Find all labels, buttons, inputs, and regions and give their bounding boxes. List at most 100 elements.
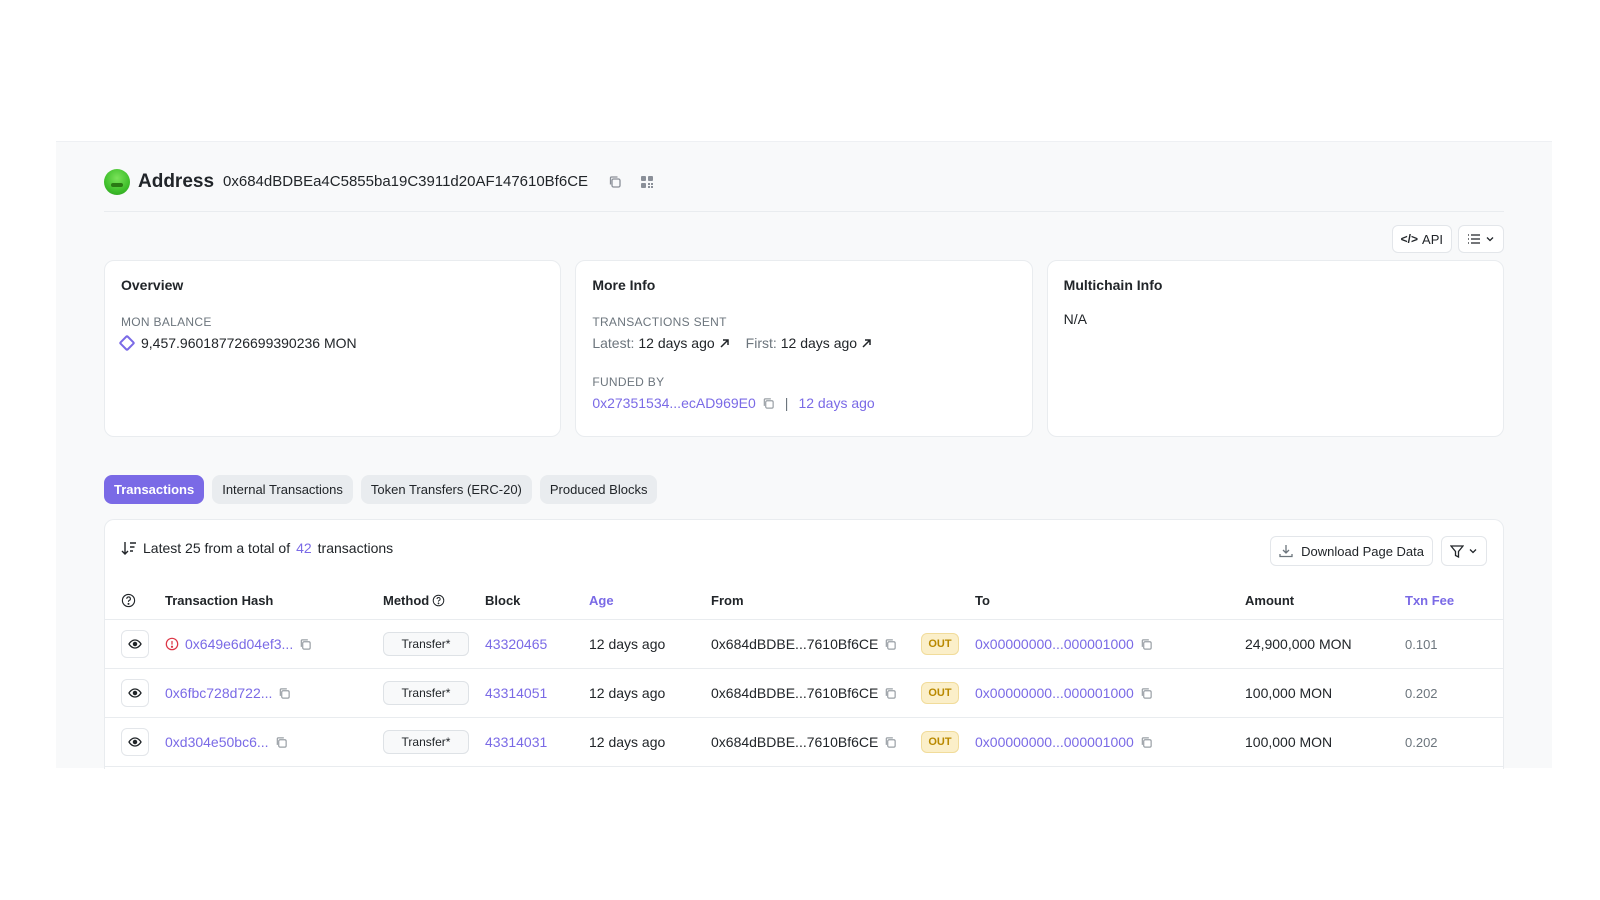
tx-total-count[interactable]: 42 xyxy=(296,540,312,556)
tx-amount: 24,900,000 MON xyxy=(1245,636,1352,652)
page-header: Address 0x684dBDBEa4C5855ba19C3911d20AF1… xyxy=(104,162,1504,212)
block-link[interactable]: 43320465 xyxy=(485,636,589,652)
multichain-card: Multichain Info N/A xyxy=(1046,260,1504,437)
latest-value[interactable]: 12 days ago xyxy=(638,335,714,351)
tx-fee: 0.202 xyxy=(1405,685,1438,701)
chevron-down-icon xyxy=(1469,549,1477,554)
from-address: 0x684dBDBE...7610Bf6CE xyxy=(711,734,879,750)
copy-icon[interactable] xyxy=(299,638,312,651)
eye-icon[interactable] xyxy=(121,679,149,707)
overview-title: Overview xyxy=(121,277,184,293)
tab-bar: Transactions Internal Transactions Token… xyxy=(104,475,658,504)
funded-by-address[interactable]: 0x27351534...ecAD969E0 xyxy=(592,395,755,411)
to-address[interactable]: 0x00000000...000001000 xyxy=(975,685,1134,701)
latest-label: Latest: xyxy=(592,335,635,351)
download-page-data-button[interactable]: Download Page Data xyxy=(1270,536,1433,566)
tx-age: 12 days ago xyxy=(589,685,666,701)
balance-row: 9,457.960187726699390236 MON xyxy=(118,334,544,352)
arrow-up-right-icon[interactable] xyxy=(719,338,730,349)
more-info-title: More Info xyxy=(592,277,656,293)
table-row: 0xd304e50bc6... Transfer* 43314031 12 da… xyxy=(105,718,1503,767)
tab-token-transfers[interactable]: Token Transfers (ERC-20) xyxy=(360,475,532,504)
filter-icon xyxy=(1450,544,1464,558)
tx-age: 12 days ago xyxy=(589,636,666,652)
method-badge: Transfer* xyxy=(383,730,469,754)
block-link[interactable]: 43314051 xyxy=(485,685,589,701)
copy-icon[interactable] xyxy=(606,173,624,191)
tx-sent-label: TRANSACTIONS SENT xyxy=(592,315,727,329)
tx-hash[interactable]: 0xd304e50bc6... xyxy=(165,734,269,750)
to-address[interactable]: 0x00000000...000001000 xyxy=(975,636,1134,652)
balance-value: 9,457.960187726699390236 MON xyxy=(141,335,357,351)
tx-actions: Download Page Data xyxy=(1270,536,1487,566)
separator: | xyxy=(784,395,789,411)
tx-amount: 100,000 MON xyxy=(1245,734,1333,750)
filter-button[interactable] xyxy=(1441,536,1487,566)
tx-summary-suffix: transactions xyxy=(317,540,394,556)
copy-icon[interactable] xyxy=(1140,638,1153,651)
transactions-panel: Latest 25 from a total of 42 transaction… xyxy=(104,519,1504,769)
qr-code-icon[interactable] xyxy=(638,173,656,191)
from-address: 0x684dBDBE...7610Bf6CE xyxy=(711,636,879,652)
overview-card: Overview MON BALANCE 9,457.9601877266993… xyxy=(104,260,562,437)
method-badge: Transfer* xyxy=(383,632,469,656)
transactions-table: Transaction Hash Method Block Age From T… xyxy=(105,582,1503,767)
tab-transactions[interactable]: Transactions xyxy=(104,475,205,504)
funded-by-label: FUNDED BY xyxy=(592,375,665,389)
page-title: Address xyxy=(138,170,215,192)
copy-icon[interactable] xyxy=(762,397,775,410)
to-address[interactable]: 0x00000000...000001000 xyxy=(975,734,1134,750)
header-age[interactable]: Age xyxy=(589,593,711,608)
api-label: API xyxy=(1422,231,1443,247)
header-block: Block xyxy=(485,593,521,608)
download-label: Download Page Data xyxy=(1301,543,1424,559)
tx-age: 12 days ago xyxy=(589,734,666,750)
view-options-button[interactable] xyxy=(1458,225,1504,253)
header-txn-fee[interactable]: Txn Fee xyxy=(1405,593,1495,608)
tx-fee: 0.202 xyxy=(1405,734,1438,750)
first-value[interactable]: 12 days ago xyxy=(781,335,857,351)
tx-hash[interactable]: 0x6fbc728d722... xyxy=(165,685,272,701)
copy-icon[interactable] xyxy=(884,736,897,749)
help-icon[interactable] xyxy=(121,593,136,608)
tx-amount: 100,000 MON xyxy=(1245,685,1333,701)
copy-icon[interactable] xyxy=(884,638,897,651)
funded-by-row: 0x27351534...ecAD969E0 | 12 days ago xyxy=(592,395,1015,411)
eye-icon[interactable] xyxy=(121,728,149,756)
tab-internal-transactions[interactable]: Internal Transactions xyxy=(212,475,353,504)
tx-summary-prefix: Latest 25 from a total of xyxy=(143,540,291,556)
multichain-value: N/A xyxy=(1063,311,1087,327)
header-to: To xyxy=(975,593,990,608)
eye-icon[interactable] xyxy=(121,630,149,658)
more-info-card: More Info TRANSACTIONS SENT Latest: 12 d… xyxy=(575,260,1033,437)
balance-label: MON BALANCE xyxy=(121,315,212,329)
direction-badge: OUT xyxy=(921,731,959,753)
header-amount: Amount xyxy=(1245,593,1295,608)
method-badge: Transfer* xyxy=(383,681,469,705)
help-icon[interactable] xyxy=(432,594,445,607)
mon-token-icon xyxy=(118,334,136,352)
address-hash: 0x684dBDBEa4C5855ba19C3911d20AF147610Bf6… xyxy=(223,173,589,190)
copy-icon[interactable] xyxy=(278,687,291,700)
direction-badge: OUT xyxy=(921,633,959,655)
arrow-up-right-icon[interactable] xyxy=(861,338,872,349)
header-hash: Transaction Hash xyxy=(165,593,274,608)
error-icon xyxy=(165,637,179,651)
copy-icon[interactable] xyxy=(1140,736,1153,749)
header-from: From xyxy=(711,593,744,608)
download-icon xyxy=(1279,545,1293,558)
sort-icon[interactable] xyxy=(121,541,137,555)
block-link[interactable]: 43314031 xyxy=(485,734,589,750)
copy-icon[interactable] xyxy=(1140,687,1153,700)
copy-icon[interactable] xyxy=(884,687,897,700)
tx-fee: 0.101 xyxy=(1405,636,1438,652)
tx-summary: Latest 25 from a total of 42 transaction… xyxy=(121,540,393,556)
tx-hash[interactable]: 0x649e6d04ef3... xyxy=(185,636,293,652)
list-icon xyxy=(1468,234,1480,244)
table-row: 0x6fbc728d722... Transfer* 43314051 12 d… xyxy=(105,669,1503,718)
tab-produced-blocks[interactable]: Produced Blocks xyxy=(539,475,658,504)
tx-sent-row: Latest: 12 days ago First: 12 days ago xyxy=(592,335,1015,351)
funded-age[interactable]: 12 days ago xyxy=(798,395,874,411)
api-button[interactable]: </> API xyxy=(1391,225,1452,253)
copy-icon[interactable] xyxy=(275,736,288,749)
